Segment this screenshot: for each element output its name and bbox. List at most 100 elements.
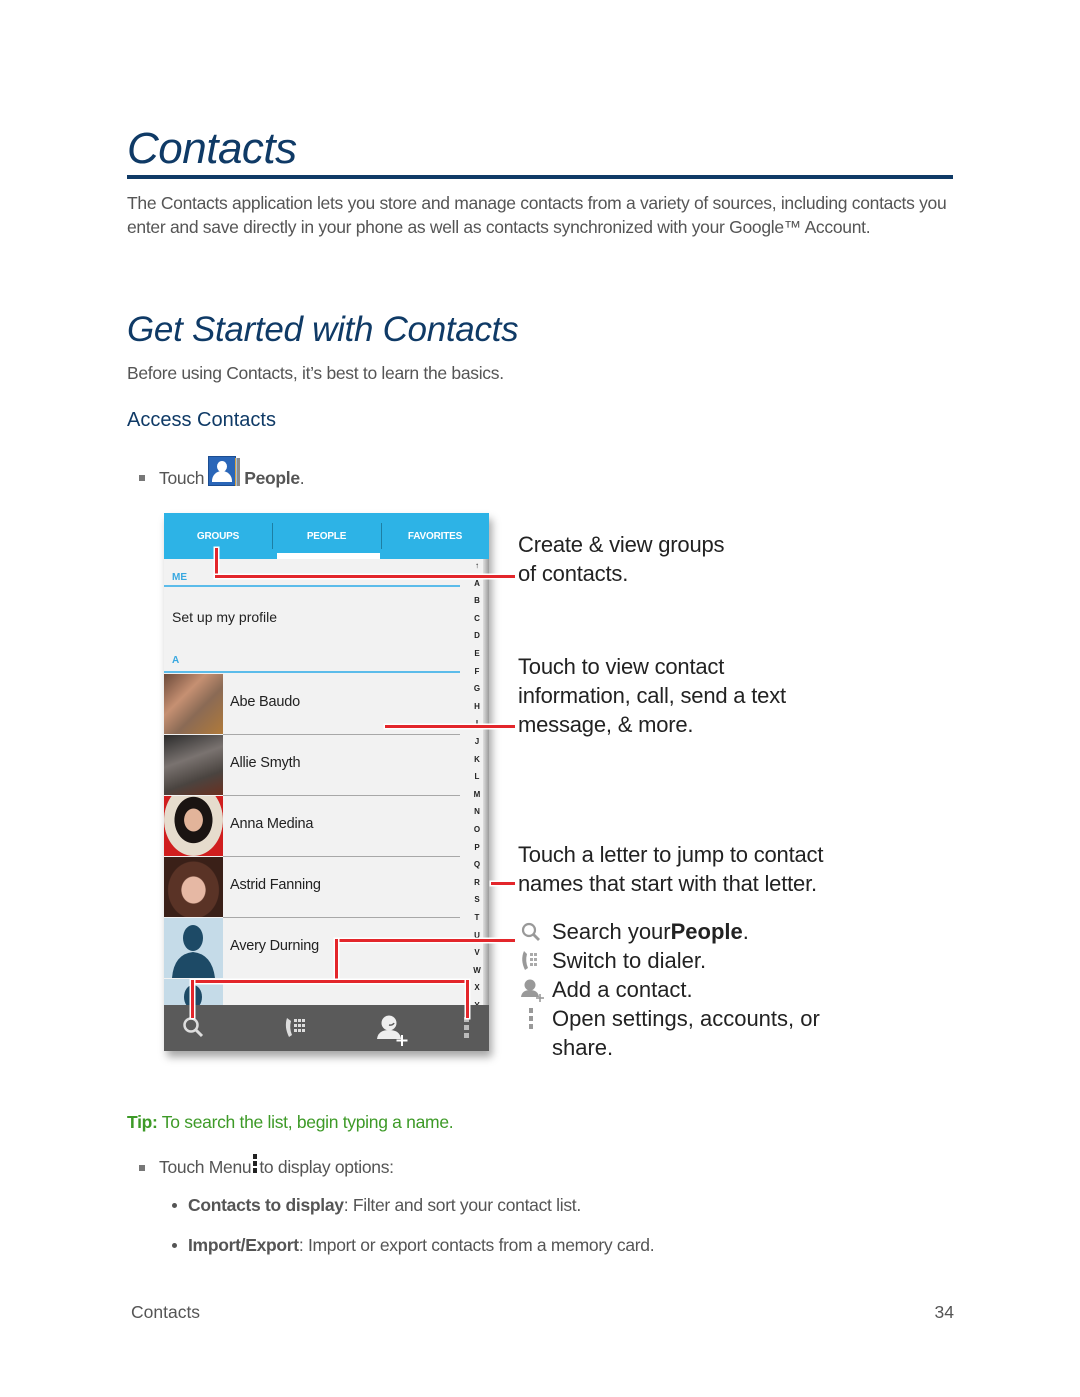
callout-groups: Create & view groups of contacts. — [518, 532, 725, 586]
contact-row[interactable]: Avery Durning — [164, 918, 460, 979]
index-letter[interactable]: K — [467, 755, 487, 764]
index-letter[interactable]: E — [467, 649, 487, 658]
callout-line-bottom-bar — [335, 939, 515, 942]
contact-name: Avery Durning — [230, 938, 320, 954]
dialer-icon — [520, 949, 552, 973]
page-title: Contacts — [127, 124, 297, 173]
contact-name: Abe Baudo — [230, 694, 300, 710]
index-letter[interactable]: ↑ — [467, 561, 487, 570]
option-term: Contacts to display — [188, 1195, 344, 1215]
tab-groups[interactable]: GROUPS — [164, 513, 272, 559]
overflow-menu-icon[interactable] — [464, 1017, 469, 1038]
contact-name: Allie Smyth — [230, 755, 301, 771]
tab-bar: GROUPS PEOPLE FAVORITES — [164, 513, 489, 559]
callout-line-menu — [466, 980, 469, 1018]
option-import-export: Import/Export: Import or export contacts… — [172, 1235, 655, 1256]
dialer-icon[interactable] — [283, 1015, 307, 1041]
callout-line-groups — [215, 575, 515, 578]
callout-index: Touch a letter to jump to contact names … — [518, 842, 824, 896]
callout-contact: Touch to view contact information, call,… — [518, 654, 786, 737]
me-header: ME — [172, 572, 187, 583]
legend-text: Search your — [552, 918, 671, 944]
bullet-square — [139, 475, 145, 481]
menu-icon — [520, 1008, 552, 1029]
index-letter[interactable]: T — [467, 913, 487, 922]
index-letter[interactable]: M — [467, 790, 487, 799]
legend-search: Search your People. — [520, 917, 820, 946]
index-letter[interactable]: N — [467, 807, 487, 816]
contact-photo-silhouette — [164, 918, 223, 978]
index-letter[interactable]: P — [467, 843, 487, 852]
contact-row[interactable]: Anna Medina — [164, 796, 460, 857]
legend-suffix: . — [742, 918, 749, 944]
footer-page-number: 34 — [934, 1302, 954, 1322]
callout-line-bottom-bar — [335, 939, 338, 982]
index-letter[interactable]: F — [467, 667, 487, 676]
header-rule — [164, 671, 460, 673]
option-desc: : Import or export contacts from a memor… — [298, 1235, 655, 1255]
a-header: A — [172, 655, 180, 666]
subsection-title: Access Contacts — [127, 409, 276, 431]
index-letter[interactable]: W — [467, 966, 487, 975]
step-text: Touch Menu — [159, 1157, 252, 1177]
setup-profile-item[interactable]: Set up my profile — [172, 609, 277, 625]
index-letter[interactable]: Q — [467, 860, 487, 869]
contact-photo — [164, 796, 223, 856]
bullet-dot — [172, 1203, 177, 1208]
index-letter[interactable]: A — [467, 579, 487, 588]
option-contacts-to-display: Contacts to display: Filter and sort you… — [172, 1195, 581, 1216]
bullet-square — [139, 1164, 145, 1171]
contact-photo — [164, 857, 223, 917]
legend-bold: People — [670, 918, 743, 944]
phone-screenshot: GROUPS PEOPLE FAVORITES ME Set up my pro… — [164, 513, 489, 1051]
index-letter[interactable]: B — [467, 596, 487, 605]
legend-add-contact: Add a contact. — [520, 975, 820, 1004]
callout-line-bottom-bar — [191, 980, 468, 983]
tab-favorites[interactable]: FAVORITES — [381, 513, 489, 559]
index-letter[interactable]: O — [467, 825, 487, 834]
option-term: Import/Export — [188, 1235, 299, 1255]
header-rule — [164, 585, 460, 587]
callout-line-search — [191, 980, 194, 1018]
index-letter[interactable]: X — [467, 983, 487, 992]
index-letter[interactable]: H — [467, 702, 487, 711]
tip-note: Tip: To search the list, begin typing a … — [127, 1112, 454, 1133]
section-lead: Before using Contacts, it’s best to lear… — [127, 363, 504, 383]
contact-row[interactable]: Astrid Fanning — [164, 857, 460, 918]
bullet-dot — [172, 1243, 177, 1248]
active-tab-indicator — [277, 553, 380, 559]
tip-label: Tip: — [127, 1112, 158, 1132]
search-icon[interactable] — [181, 1015, 205, 1039]
contact-row[interactable]: Allie Smyth — [164, 735, 460, 796]
legend-text: Open settings, accounts, or — [552, 1005, 820, 1031]
legend-text: Add a contact. — [552, 976, 693, 1002]
footer-section: Contacts — [131, 1302, 201, 1322]
legend-menu: Open settings, accounts, or — [520, 1004, 820, 1033]
index-letter[interactable]: V — [467, 948, 487, 957]
tip-text: To search the list, begin typing a name. — [157, 1112, 454, 1132]
add-contact-icon[interactable] — [375, 1013, 411, 1047]
contact-name: Anna Medina — [230, 816, 314, 832]
people-app-label: People — [244, 467, 300, 488]
people-app-icon — [208, 456, 241, 488]
index-letter[interactable]: C — [467, 614, 487, 623]
bottom-action-bar — [164, 1005, 489, 1051]
index-letter[interactable]: R — [467, 878, 487, 887]
add-contact-icon — [520, 977, 552, 1003]
legend-text: Switch to dialer. — [552, 947, 707, 973]
title-rule — [127, 175, 953, 179]
callout-line-index — [491, 882, 515, 885]
index-letter[interactable]: G — [467, 684, 487, 693]
index-letter[interactable]: J — [467, 737, 487, 746]
step-punct: . — [299, 467, 305, 488]
step-text: to display options: — [259, 1157, 394, 1177]
index-letter[interactable]: D — [467, 631, 487, 640]
search-icon — [520, 921, 552, 943]
contact-name: Astrid Fanning — [230, 877, 321, 893]
contact-photo — [164, 735, 223, 795]
index-letter[interactable]: S — [467, 895, 487, 904]
step-touch-people: Touch People. — [139, 456, 305, 494]
step-touch-menu: Touch Menu to display options: — [139, 1154, 394, 1178]
index-letter[interactable]: L — [467, 772, 487, 781]
section-title: Get Started with Contacts — [127, 310, 519, 349]
